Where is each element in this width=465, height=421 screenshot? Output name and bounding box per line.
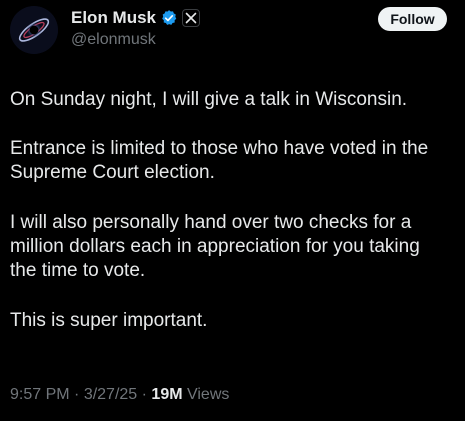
tweet-date[interactable]: 3/27/25	[84, 386, 137, 403]
meta-separator: ·	[69, 386, 84, 403]
verified-badge-icon[interactable]	[160, 9, 178, 27]
tweet-paragraph: On Sunday night, I will give a talk in W…	[10, 89, 408, 110]
views-count: 19M	[151, 386, 183, 403]
x-logo-icon	[182, 9, 201, 27]
tweet-paragraph: I will also personally hand over two che…	[10, 212, 420, 281]
views-label: Views	[182, 386, 230, 403]
author-handle[interactable]: @elonmusk	[71, 30, 156, 50]
author-avatar[interactable]	[10, 6, 58, 54]
tweet-text: On Sunday night, I will give a talk in W…	[10, 88, 460, 355]
tweet-meta: 9:57 PM · 3/27/25 · 19M Views	[10, 385, 229, 405]
meta-separator: ·	[137, 386, 152, 403]
tweet-time[interactable]: 9:57 PM	[10, 386, 70, 403]
tweet-paragraph: Entrance is limited to those who have vo…	[10, 138, 429, 183]
tweet-card: Elon Musk @elonmusk Follow On Sunday nig…	[0, 0, 465, 421]
black-hole-avatar-icon	[10, 6, 58, 54]
author-name-row: Elon Musk	[71, 8, 201, 28]
author-display-name[interactable]: Elon Musk	[71, 8, 156, 28]
follow-button[interactable]: Follow	[378, 7, 447, 31]
tweet-paragraph: This is super important.	[10, 310, 208, 331]
